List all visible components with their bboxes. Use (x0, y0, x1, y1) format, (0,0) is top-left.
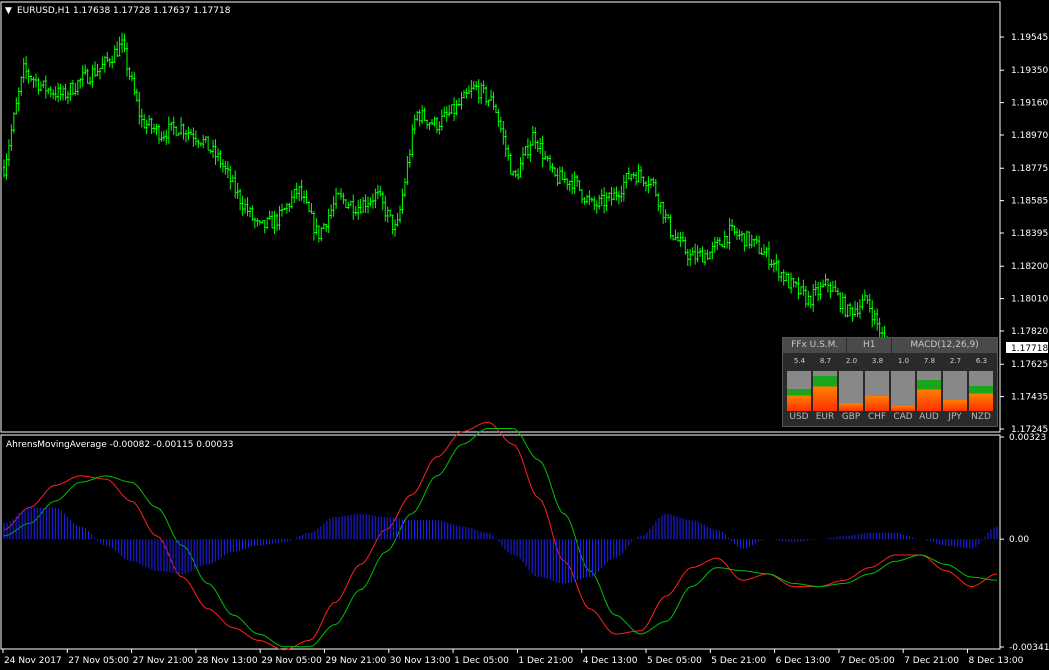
time-axis: 24 Nov 2017 27 Nov 05:00 27 Nov 21:00 28 No… (2, 649, 1024, 666)
main-price-plot (3, 32, 889, 356)
panel-bar-fill (891, 406, 915, 411)
indicator-header: AhrensMovingAverage -0.00082 -0.00115 0.… (6, 440, 234, 450)
indicator-axis-label: 0.00323 (1009, 433, 1046, 443)
time-axis-label: 5 Dec 21:00 (711, 656, 766, 666)
panel-name-gbp: GBP (841, 412, 861, 422)
current-price-label: 1.17718 (1011, 344, 1048, 354)
price-axis-label: 1.17820 (1011, 327, 1048, 337)
panel-bars (783, 371, 997, 411)
panel-bar-nzd (969, 371, 993, 411)
panel-value-usd: 5.4 (793, 357, 806, 365)
symbol-header-arrow[interactable]: ▼ (5, 6, 12, 16)
time-axis-label: 5 Dec 05:00 (647, 656, 702, 666)
time-axis-label: 27 Nov 21:00 (133, 656, 194, 666)
panel-bar-jpy (943, 371, 967, 411)
panel-value-chf: 3.8 (871, 357, 884, 365)
price-axis-label: 1.17435 (1011, 393, 1048, 403)
panel-bar-fill (943, 400, 967, 411)
panel-bar-fill (865, 395, 889, 411)
price-axis-label: 1.18585 (1011, 197, 1048, 207)
panel-bar-chf (865, 371, 889, 411)
currency-strength-panel: FFx U.S.M. H1 MACD(12,26,9) 5.4 8.7 2.0 3.8… (782, 337, 998, 427)
panel-name-chf: CHF (867, 412, 887, 422)
panel-header-name: FFx U.S.M. (783, 338, 848, 353)
price-axis-label: 1.19350 (1011, 66, 1048, 76)
price-axis-label: 1.18395 (1011, 229, 1048, 239)
panel-bar-fill (917, 379, 941, 411)
price-axis-label: 1.18970 (1011, 131, 1048, 141)
price-axis-label: 1.18775 (1011, 164, 1048, 174)
panel-name-usd: USD (789, 412, 809, 422)
time-axis-label: 6 Dec 13:00 (776, 656, 831, 666)
indicator-plot (3, 421, 998, 651)
panel-value-gbp: 2.0 (845, 357, 858, 365)
panel-bar-aud (917, 371, 941, 411)
chart-canvas: 1.19545 1.19350 1.19160 1.18970 1.18775 1.185… (0, 1, 1049, 666)
indicator-axis-label: -0.00341 (1009, 643, 1049, 653)
panel-values: 5.4 8.7 2.0 3.8 1.0 7.8 2.7 6.3 (783, 357, 997, 369)
price-axis-label: 1.18010 (1011, 295, 1048, 305)
time-axis-label: 7 Dec 21:00 (904, 656, 959, 666)
panel-header-indicator: MACD(12,26,9) (910, 340, 979, 350)
indicator-line (3, 421, 998, 651)
panel-bar-fill (839, 403, 863, 411)
panel-value-aud: 7.8 (923, 357, 936, 365)
time-axis-label: 24 Nov 2017 (4, 656, 62, 666)
indicator-line (3, 428, 998, 648)
panel-value-nzd: 6.3 (975, 357, 988, 365)
panel-bar-eur (813, 371, 837, 411)
symbol-header: EURUSD,H1 1.17638 1.17728 1.17637 1.1771… (17, 6, 231, 16)
time-axis-label: 27 Nov 05:00 (68, 656, 129, 666)
indicator-frame (0, 434, 1001, 650)
time-axis-label: 28 Nov 13:00 (197, 656, 258, 666)
panel-name-aud: AUD (919, 412, 939, 422)
price-axis-label: 1.17625 (1011, 360, 1048, 370)
time-axis-label: 7 Dec 05:00 (840, 656, 895, 666)
panel-header: FFx U.S.M. H1 MACD(12,26,9) (783, 338, 997, 353)
time-axis-label: 8 Dec 13:00 (969, 656, 1024, 666)
panel-bar-cad (891, 371, 915, 411)
panel-bar-fill (969, 385, 993, 411)
indicator-axis: 0.00323 0.00 -0.00341 (1000, 433, 1049, 653)
price-axis-label: 1.19160 (1011, 99, 1048, 109)
panel-bar-gbp (839, 371, 863, 411)
time-axis-label: 29 Nov 05:00 (261, 656, 322, 666)
panel-value-jpy: 2.7 (949, 357, 962, 365)
time-axis-label: 1 Dec 05:00 (454, 656, 509, 666)
panel-header-timeframe: H1 (847, 338, 892, 353)
price-axis-label: 1.19545 (1011, 33, 1048, 43)
panel-value-cad: 1.0 (897, 357, 910, 365)
panel-currency-names: USD EUR GBP CHF CAD AUD JPY NZD (783, 412, 997, 426)
panel-name-cad: CAD (893, 412, 913, 422)
panel-bar-fill (787, 389, 811, 411)
time-axis-label: 4 Dec 13:00 (583, 656, 638, 666)
panel-name-nzd: NZD (971, 412, 991, 422)
indicator-axis-label: 0.00 (1009, 535, 1029, 545)
price-axis-label: 1.18200 (1011, 262, 1048, 272)
panel-value-eur: 8.7 (819, 357, 832, 365)
price-axis: 1.19545 1.19350 1.19160 1.18970 1.18775 1.185… (1000, 33, 1048, 435)
time-axis-label: 29 Nov 21:00 (326, 656, 387, 666)
time-axis-label: 30 Nov 13:00 (390, 656, 451, 666)
panel-name-jpy: JPY (948, 412, 962, 422)
time-axis-label: 1 Dec 21:00 (518, 656, 573, 666)
panel-name-eur: EUR (815, 412, 835, 422)
panel-bar-usd (787, 371, 811, 411)
panel-bar-fill (813, 376, 837, 411)
